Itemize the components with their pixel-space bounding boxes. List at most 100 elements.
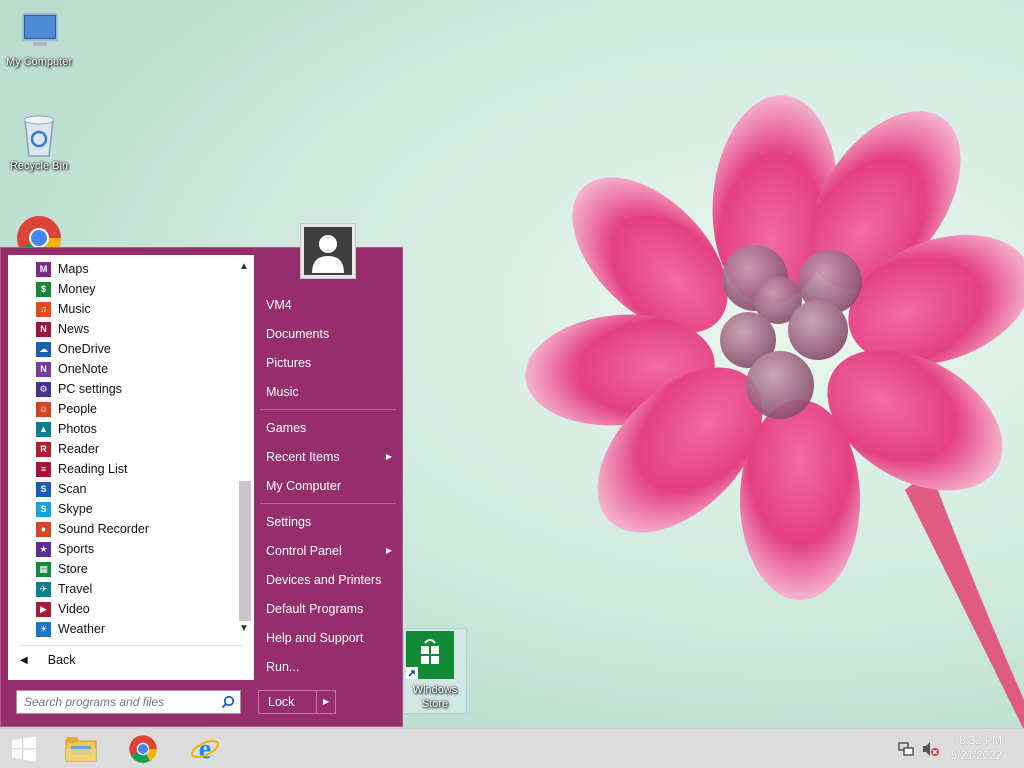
program-item-people[interactable]: ☺ People — [8, 399, 236, 419]
user-avatar[interactable] — [300, 223, 356, 279]
program-item-reader[interactable]: R Reader — [8, 439, 236, 459]
start-menu-item-run[interactable]: Run... — [266, 657, 396, 677]
program-list-scrollbar[interactable]: ▲ ▼ — [236, 259, 252, 637]
program-item-label: Sports — [58, 542, 95, 556]
program-item-label: News — [58, 322, 90, 336]
submenu-arrow-icon: ▶ — [385, 452, 392, 461]
program-item-skype[interactable]: S Skype — [8, 499, 236, 519]
taskbar: e 8:32 PM 5/21/2022 — [0, 728, 1024, 768]
start-button[interactable] — [2, 731, 46, 767]
program-item-label: Music — [58, 302, 91, 316]
skype-icon: S — [36, 501, 51, 517]
program-item-onenote[interactable]: N OneNote — [8, 359, 236, 379]
program-item-onedrive[interactable]: ☁ OneDrive — [8, 339, 236, 359]
program-item-photos[interactable]: ▲ Photos — [8, 419, 236, 439]
program-item-label: Skype — [58, 502, 93, 516]
desktop-icon-my-computer[interactable]: My Computer — [0, 10, 79, 68]
scroll-down-icon[interactable]: ▼ — [236, 621, 252, 637]
scroll-up-icon[interactable]: ▲ — [236, 259, 252, 275]
start-menu-item-documents[interactable]: Documents — [266, 324, 396, 344]
start-menu-item-pictures[interactable]: Pictures — [266, 353, 396, 373]
taskbar-internet-explorer[interactable]: e — [183, 731, 227, 767]
program-item-weather[interactable]: ☀ Weather — [8, 619, 236, 639]
program-item-store[interactable]: ▦ Store — [8, 559, 236, 579]
desktop-icon-label: My Computer — [5, 56, 73, 68]
clock-time: 8:32 PM — [959, 735, 1002, 747]
news-icon: N — [36, 321, 51, 337]
start-menu-item-label: My Computer — [266, 479, 342, 493]
pc-settings-icon: ⚙ — [36, 381, 51, 397]
program-item-sports[interactable]: ★ Sports — [8, 539, 236, 559]
start-menu-item-help-and-support[interactable]: Help and Support — [266, 628, 396, 648]
lock-options-arrow-icon[interactable]: ▶ — [317, 691, 335, 713]
program-item-label: Maps — [58, 262, 89, 276]
divider — [260, 503, 396, 504]
start-menu-item-default-programs[interactable]: Default Programs — [266, 599, 396, 619]
video-icon: ▶ — [36, 601, 51, 617]
start-menu-item-control-panel[interactable]: Control Panel ▶ — [266, 541, 396, 561]
desktop-icon-recycle-bin[interactable]: Recycle Bin — [0, 112, 79, 172]
start-menu-item-recent-items[interactable]: Recent Items ▶ — [266, 447, 396, 467]
program-item-pc-settings[interactable]: ⚙ PC settings — [8, 379, 236, 399]
divider — [260, 409, 396, 410]
start-menu-item-label: Documents — [266, 327, 330, 341]
lock-button[interactable]: Lock ▶ — [258, 690, 336, 714]
back-label: Back — [47, 653, 76, 667]
program-item-label: Sound Recorder — [58, 522, 150, 536]
svg-text:e: e — [199, 734, 211, 764]
start-menu-item-games[interactable]: Games — [266, 418, 396, 438]
scrollbar-thumb[interactable] — [239, 481, 251, 621]
shortcut-arrow-icon — [406, 667, 418, 679]
start-menu-item-label: Games — [266, 421, 307, 435]
desktop-icon-windows-store[interactable]: Windows Store — [403, 628, 467, 714]
search-box[interactable] — [16, 690, 241, 714]
music-icon: ♫ — [36, 301, 51, 317]
onedrive-icon: ☁ — [36, 341, 51, 357]
search-icon[interactable] — [221, 695, 235, 709]
program-item-video[interactable]: ▶ Video — [8, 599, 236, 619]
program-item-maps[interactable]: M Maps — [8, 259, 236, 279]
start-menu-item-label: Recent Items — [266, 450, 340, 464]
program-item-label: PC settings — [58, 382, 122, 396]
program-item-travel[interactable]: ✈ Travel — [8, 579, 236, 599]
program-item-label: People — [58, 402, 97, 416]
start-menu-item-label: VM4 — [266, 298, 292, 312]
sound-recorder-icon: ● — [36, 521, 51, 537]
program-item-news[interactable]: N News — [8, 319, 236, 339]
taskbar-file-explorer[interactable] — [59, 731, 103, 767]
start-menu-item-vm4[interactable]: VM4 — [266, 295, 396, 315]
maps-icon: M — [36, 261, 51, 277]
start-menu-item-label: Control Panel — [266, 544, 342, 558]
onenote-icon: N — [36, 361, 51, 377]
people-icon: ☺ — [36, 401, 51, 417]
sports-icon: ★ — [36, 541, 51, 557]
search-input[interactable] — [17, 691, 219, 713]
program-item-reading-list[interactable]: ≡ Reading List — [8, 459, 236, 479]
start-menu-item-label: Run... — [266, 660, 300, 674]
program-item-label: OneNote — [58, 362, 109, 376]
start-menu-item-devices-and-printers[interactable]: Devices and Printers — [266, 570, 396, 590]
start-menu-item-settings[interactable]: Settings — [266, 512, 396, 532]
system-clock[interactable]: 8:32 PM 5/21/2022 — [951, 734, 1002, 764]
start-menu-item-label: Help and Support — [266, 631, 364, 645]
chrome-icon — [129, 735, 157, 763]
program-item-label: Video — [58, 602, 90, 616]
money-icon: $ — [36, 281, 51, 297]
back-button[interactable]: ◀ Back — [8, 649, 254, 671]
program-item-sound-recorder[interactable]: ● Sound Recorder — [8, 519, 236, 539]
programs-pane: M Maps $ Money ♫ Music N News ☁ OneDrive N OneNote ⚙… — [8, 255, 254, 680]
program-item-scan[interactable]: S Scan — [8, 479, 236, 499]
volume-muted-icon[interactable] — [922, 741, 940, 757]
recycle-bin-icon — [23, 115, 55, 157]
submenu-arrow-icon: ▶ — [385, 546, 392, 555]
program-item-music[interactable]: ♫ Music — [8, 299, 236, 319]
program-item-money[interactable]: $ Money — [8, 279, 236, 299]
program-item-label: Weather — [58, 622, 106, 636]
start-menu-item-my-computer[interactable]: My Computer — [266, 476, 396, 496]
store-icon: ▦ — [36, 561, 51, 577]
start-menu-item-music[interactable]: Music — [266, 382, 396, 402]
lock-label: Lock — [259, 691, 317, 713]
taskbar-chrome[interactable] — [121, 731, 165, 767]
program-item-label: Store — [58, 562, 88, 576]
network-icon[interactable] — [898, 741, 914, 757]
